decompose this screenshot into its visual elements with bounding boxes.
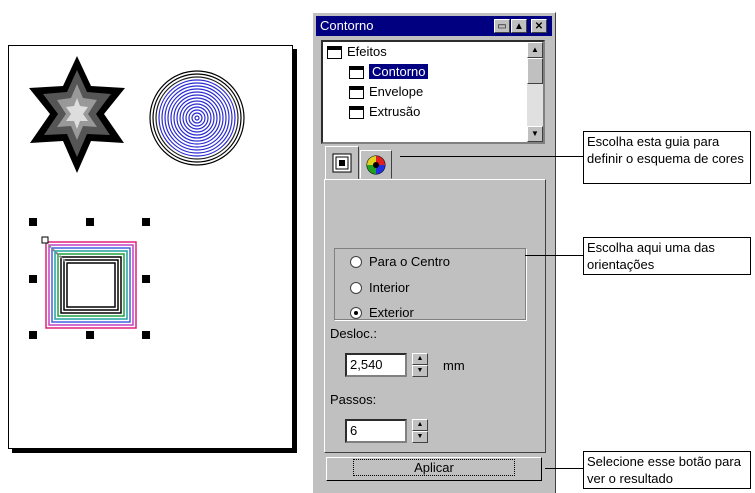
decrement-icon[interactable]: ▼ — [412, 431, 428, 443]
window-icon — [349, 106, 364, 120]
tree-scrollbar[interactable]: ▲ ▼ — [527, 42, 543, 142]
scroll-thumb[interactable] — [527, 58, 543, 84]
apply-label: Aplicar — [353, 459, 515, 476]
contoured-square[interactable] — [41, 236, 137, 329]
arrow-up-icon[interactable]: ▲ — [511, 19, 527, 33]
increment-icon[interactable]: ▲ — [412, 419, 428, 431]
offset-input[interactable]: 2,540 — [345, 353, 407, 377]
tree-item-label: Extrusão — [369, 104, 421, 119]
folder-icon — [327, 46, 342, 60]
direction-group: Para o Centro Interior Exterior — [334, 248, 526, 320]
steps-input[interactable]: 6 — [345, 419, 407, 443]
selection-handle[interactable] — [29, 275, 37, 283]
tree-item-label: Envelope — [369, 84, 424, 99]
docker-title-bar[interactable]: Contorno ▭ ▲ ✕ — [316, 16, 552, 36]
tree-item-contorno[interactable]: Contorno — [349, 62, 429, 82]
drawing-canvas — [29, 56, 245, 329]
tree-item-envelope[interactable]: Envelope — [349, 82, 423, 102]
color-wheel-icon — [366, 155, 386, 175]
selection-handle[interactable] — [142, 275, 150, 283]
selection-handle[interactable] — [142, 331, 150, 339]
callout-apply: Selecione esse botão para ver o resultad… — [583, 451, 751, 489]
offset-stepper[interactable]: ▲ ▼ — [412, 353, 428, 377]
selection-handle[interactable] — [29, 218, 37, 226]
contoured-circle[interactable] — [149, 70, 245, 166]
document-page — [8, 45, 293, 449]
callout-leader — [545, 468, 583, 469]
effects-tree[interactable]: Efeitos Contorno Envelope Extrusão ▲ ▼ — [321, 40, 545, 144]
callout-leader — [525, 255, 583, 256]
offset-label: Desloc.: — [330, 326, 377, 341]
tree-item-label: Contorno — [369, 64, 429, 79]
tab-contour[interactable] — [325, 146, 359, 180]
decrement-icon[interactable]: ▼ — [412, 365, 428, 377]
tab-color[interactable] — [360, 150, 392, 179]
radio-label: Interior — [369, 280, 410, 295]
callout-color-tab: Escolha esta guia para definir o esquema… — [583, 131, 751, 184]
apply-button[interactable]: Aplicar — [326, 457, 542, 481]
docker-title: Contorno — [320, 18, 374, 33]
selection-handle[interactable] — [29, 331, 37, 339]
contour-settings-panel: Para o Centro Interior Exterior Desloc.:… — [324, 179, 546, 453]
scroll-down-icon[interactable]: ▼ — [527, 126, 543, 142]
callout-leader — [400, 156, 583, 157]
tree-root-item[interactable]: Efeitos — [327, 42, 387, 62]
window-icon — [349, 86, 364, 100]
selection-handle[interactable] — [86, 331, 94, 339]
selection-handle[interactable] — [86, 218, 94, 226]
contoured-star[interactable] — [29, 56, 125, 173]
roll-up-icon[interactable]: ▭ — [494, 19, 510, 33]
scroll-up-icon[interactable]: ▲ — [527, 42, 543, 58]
radio-interior[interactable] — [350, 282, 362, 294]
window-icon — [349, 66, 364, 80]
close-icon[interactable]: ✕ — [531, 19, 547, 33]
radio-para-o-centro[interactable] — [350, 256, 362, 268]
callout-orientation: Escolha aqui uma das orientações — [583, 237, 751, 275]
contour-docker: Contorno ▭ ▲ ✕ Efeitos Contorno Envelope… — [312, 12, 556, 493]
radio-label: Para o Centro — [369, 254, 450, 269]
radio-exterior[interactable] — [350, 307, 362, 319]
radio-label: Exterior — [369, 305, 414, 320]
increment-icon[interactable]: ▲ — [412, 353, 428, 365]
steps-stepper[interactable]: ▲ ▼ — [412, 419, 428, 443]
offset-unit: mm — [443, 358, 465, 373]
contour-concentric-squares-icon — [332, 153, 352, 173]
selection-handle[interactable] — [142, 218, 150, 226]
tree-item-extrusao[interactable]: Extrusão — [349, 102, 420, 122]
tree-root-label: Efeitos — [347, 44, 387, 59]
steps-label: Passos: — [330, 392, 377, 407]
radio-dot — [354, 311, 358, 315]
